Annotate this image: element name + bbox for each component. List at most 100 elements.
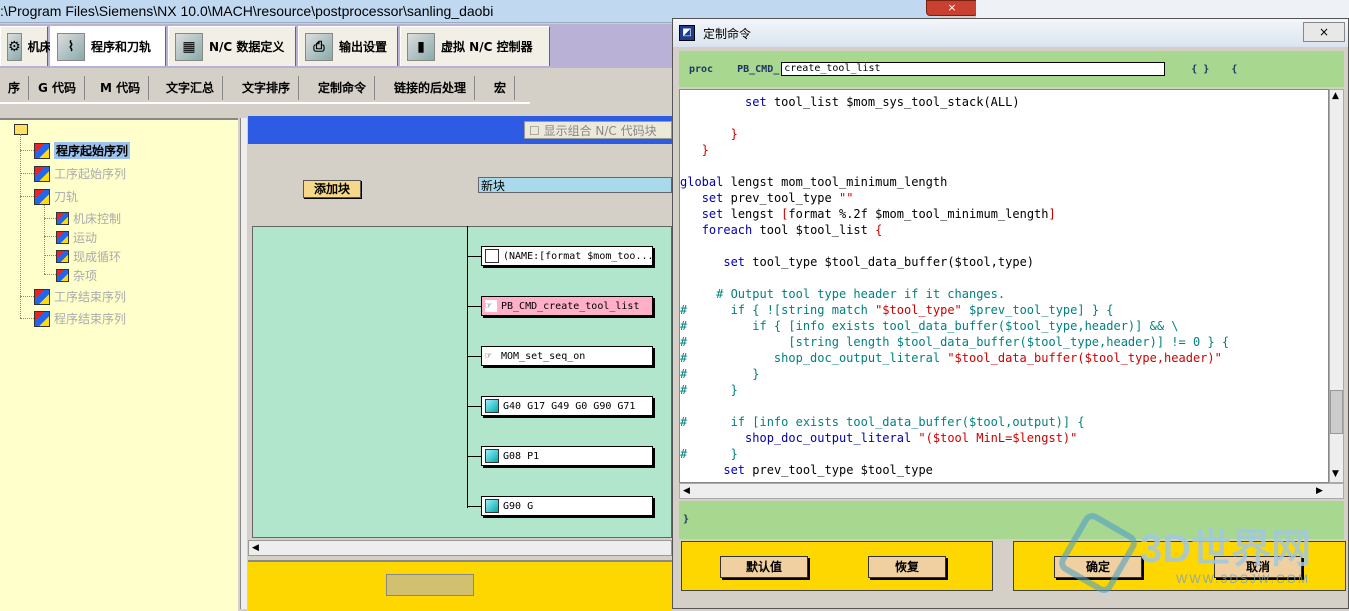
tree-item-label: 工序结束序列	[54, 290, 127, 304]
scroll-right-icon[interactable]: ▶	[1316, 485, 1323, 497]
code-line: # shop_doc_output_literal "$tool_data_bu…	[680, 351, 1222, 365]
proc-args: { }	[1191, 63, 1210, 75]
proc-keyword: proc	[689, 63, 714, 75]
nc-block-g08[interactable]: G08 P1	[481, 446, 653, 466]
show-combined-checkbox[interactable]: ☐ 显示组合 N/C 代码块	[524, 121, 672, 139]
new-block-select[interactable]: 新块	[478, 177, 672, 193]
scroll-down-icon[interactable]: ▼	[1332, 468, 1339, 480]
subtab-macro[interactable]: 宏	[486, 76, 516, 100]
tree-item-program-end[interactable]: 程序结束序列	[34, 310, 126, 327]
block-label: G08 P1	[503, 450, 540, 462]
code-line: set tool_list $mom_sys_tool_stack(ALL)	[745, 95, 1020, 109]
cancel-button[interactable]: 取消	[1214, 556, 1302, 578]
tab-output-settings[interactable]: ⎙ 输出设置	[298, 26, 398, 66]
connector-line	[467, 506, 481, 507]
checkbox-label: 显示组合 N/C 代码块	[543, 124, 657, 138]
background-window-strip	[976, 0, 1349, 19]
tab-machine-tool[interactable]: ⚙ 机床	[0, 26, 52, 66]
tree-item-canned-cycle[interactable]: 现成循环	[56, 248, 121, 265]
dialog-close-button[interactable]: ×	[1303, 22, 1345, 42]
add-block-button[interactable]: 添加块	[303, 180, 361, 198]
checkbox-icon: ☐	[529, 124, 544, 138]
connector-line	[467, 256, 481, 257]
tree-item-toolpath[interactable]: 刀轨	[34, 188, 78, 205]
sequence-cube-icon	[56, 231, 69, 244]
block-canvas	[252, 226, 672, 538]
nc-block-create-tool-list[interactable]: ☞ PB_CMD_create_tool_list	[481, 296, 653, 316]
tab-virtual-nc-controller[interactable]: ▮ 虚拟 N/C 控制器	[400, 26, 550, 66]
subtab-g-code[interactable]: G 代码	[30, 76, 86, 100]
nc-block-g40[interactable]: G40 G17 G49 G0 G90 G71	[481, 396, 653, 416]
dialog-title-bar: ◩ 定制命令	[673, 19, 1348, 47]
tree-item-motion[interactable]: 运动	[56, 229, 97, 246]
sequence-cube-icon	[56, 250, 69, 263]
tree-item-machine-control[interactable]: 机床控制	[56, 210, 121, 227]
subtab-word-summary[interactable]: 文字汇总	[158, 76, 224, 100]
tab-label: N/C 数据定义	[209, 40, 285, 54]
sequence-cube-icon	[56, 212, 69, 225]
subtab-sequence[interactable]: 序	[0, 76, 30, 100]
tree-item-label: 程序结束序列	[54, 312, 127, 326]
proc-footer: }	[679, 501, 1344, 539]
dialog-title: 定制命令	[703, 26, 752, 41]
nc-block-name[interactable]: (NAME:[format $mom_too...	[481, 246, 653, 266]
sequence-cube-icon	[34, 188, 50, 205]
subtab-custom-command[interactable]: 定制命令	[310, 76, 376, 100]
sequence-tree: 程序起始序列 工序起始序列 刀轨 机床控制 运动 现成循环 杂项 工序结束序列 …	[0, 118, 238, 611]
scroll-thumb[interactable]	[1330, 390, 1343, 434]
block-icon	[485, 499, 499, 513]
subtab-word-sequencing[interactable]: 文字排序	[234, 76, 300, 100]
restore-button[interactable]: 恢复	[868, 556, 946, 578]
tab-nc-data-definition[interactable]: ▦ N/C 数据定义	[168, 26, 296, 66]
disabled-button[interactable]	[386, 574, 474, 596]
nc-block-set-seq-on[interactable]: ☞ MOM_set_seq_on	[481, 346, 653, 366]
sequence-cube-icon	[56, 269, 69, 282]
nc-block-g90[interactable]: G90 G	[481, 496, 653, 516]
scroll-up-icon[interactable]: ▲	[1332, 90, 1339, 102]
code-line: set lengst [format %.2f $mom_tool_minimu…	[701, 207, 1056, 221]
code-line: # if [info exists tool_data_buffer($tool…	[680, 415, 1085, 429]
hand-icon: ☞	[485, 300, 497, 312]
tree-item-label: 工序起始序列	[54, 167, 127, 181]
virtual-controller-icon: ▮	[407, 32, 435, 61]
sequence-cube-icon	[34, 310, 50, 327]
tree-item-label: 杂项	[73, 269, 98, 283]
app-icon: ◩	[679, 25, 695, 41]
sub-tab-bar: 序 G 代码 M 代码 文字汇总 文字排序 定制命令 链接的后处理 宏	[0, 74, 530, 104]
tree-item-program-start[interactable]: 程序起始序列	[34, 142, 131, 159]
subtab-linked-posts[interactable]: 链接的后处理	[386, 76, 476, 100]
nc-data-icon: ▦	[175, 32, 203, 61]
block-icon	[485, 399, 499, 413]
code-horizontal-scrollbar[interactable]: ◀ ▶	[679, 483, 1344, 499]
scroll-left-icon[interactable]: ◀	[252, 542, 259, 554]
code-line: # [string length $tool_data_buffer($tool…	[680, 335, 1230, 349]
tree-item-operation-start[interactable]: 工序起始序列	[34, 165, 126, 182]
code-editor[interactable]: set tool_list $mom_sys_tool_stack(ALL) }…	[679, 89, 1329, 483]
window-close-button[interactable]: ×	[926, 0, 978, 16]
code-vertical-scrollbar[interactable]: ▲ ▼	[1329, 89, 1344, 483]
tree-item-label: 现成循环	[73, 250, 122, 264]
default-button[interactable]: 默认值	[720, 556, 808, 578]
tab-program-toolpath[interactable]: ⌇ 程序和刀轨	[50, 26, 166, 66]
subtab-m-code[interactable]: M 代码	[92, 76, 150, 100]
tree-item-miscellaneous[interactable]: 杂项	[56, 267, 97, 284]
code-line: set prev_tool_type ""	[701, 191, 854, 205]
tab-label: 程序和刀轨	[91, 40, 152, 54]
connector-line	[467, 456, 481, 457]
main-tab-bar: ⚙ 机床 ⌇ 程序和刀轨 ▦ N/C 数据定义 ⎙ 输出设置 ▮ 虚拟 N/C …	[0, 24, 672, 68]
connector-line	[467, 406, 481, 407]
scroll-left-icon[interactable]: ◀	[683, 485, 690, 497]
sequence-cube-icon	[34, 288, 50, 305]
connector-line	[467, 306, 481, 307]
hand-icon: ☞	[485, 350, 497, 362]
tree-scrollbar[interactable]	[240, 118, 247, 609]
code-line: # if { [info exists tool_data_buffer($to…	[680, 319, 1179, 333]
command-name-input[interactable]: create_tool_list	[781, 62, 1166, 76]
proc-prefix: PB_CMD_	[737, 63, 780, 75]
sequence-cube-icon	[34, 142, 50, 159]
block-icon	[485, 449, 499, 463]
canvas-horizontal-scrollbar[interactable]: ◀	[248, 540, 672, 556]
ok-button[interactable]: 确定	[1054, 556, 1142, 578]
code-line: foreach tool $tool_list {	[701, 223, 883, 237]
tree-item-operation-end[interactable]: 工序结束序列	[34, 288, 126, 305]
